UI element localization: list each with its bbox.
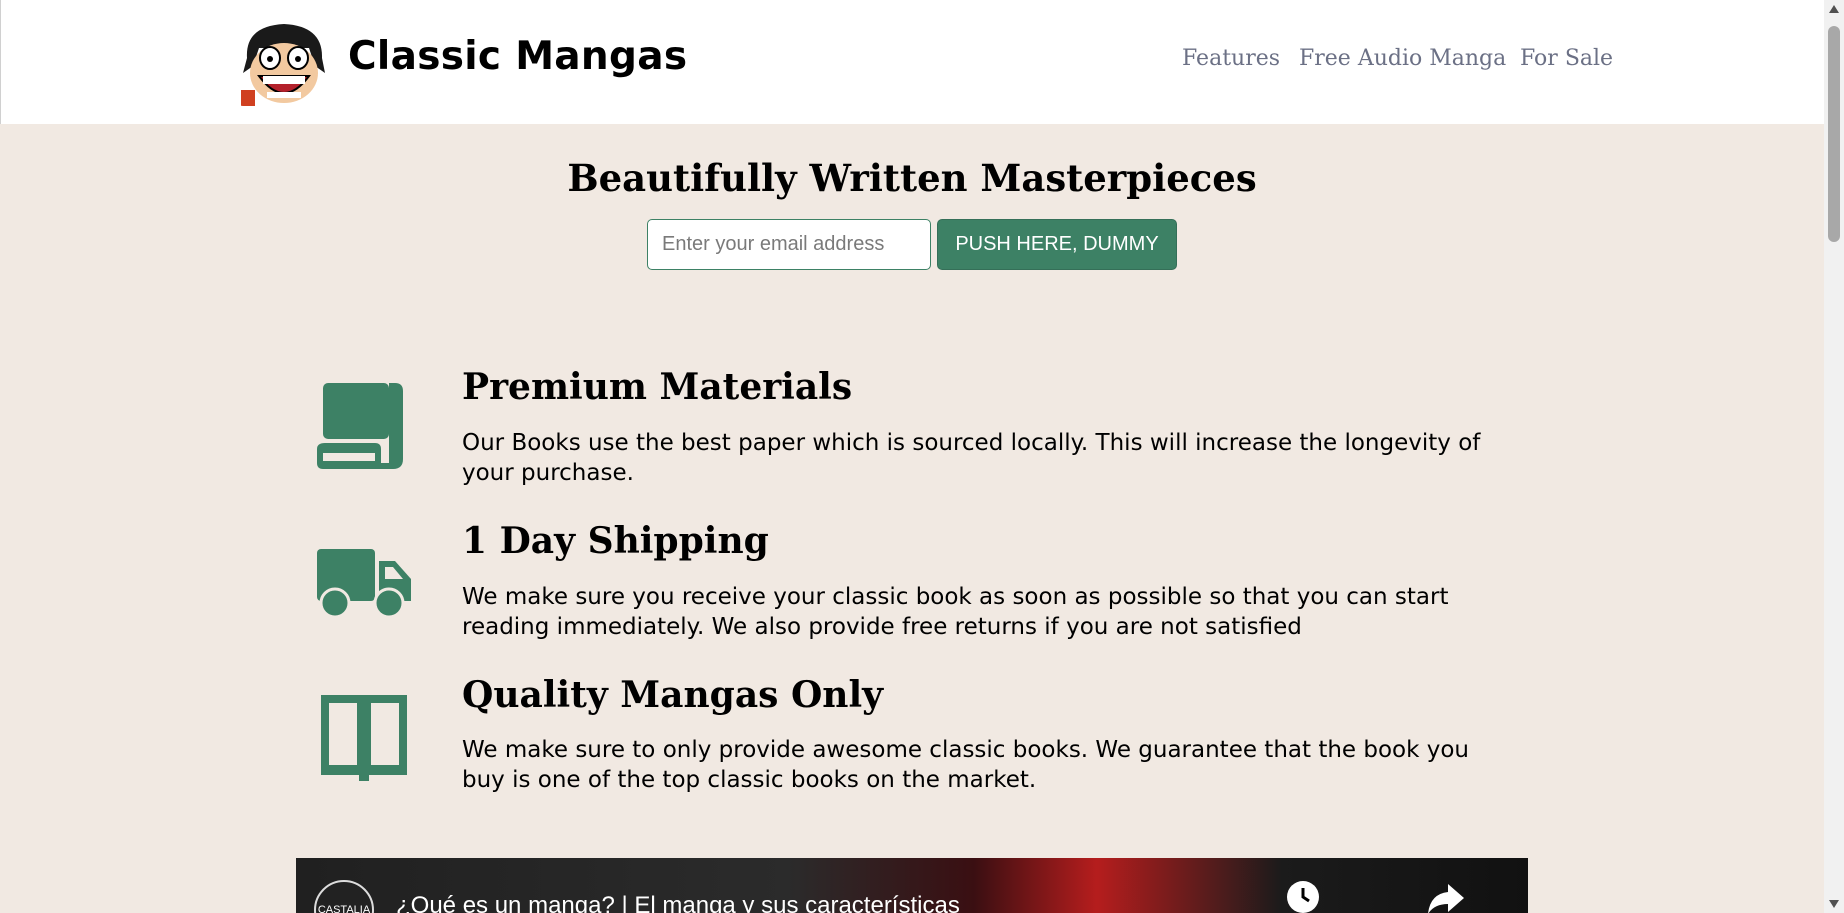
feature-title: 1 Day Shipping — [462, 520, 769, 562]
channel-avatar[interactable]: CASTALIA — [314, 880, 374, 913]
truck-icon — [317, 549, 411, 623]
scroll-up-icon[interactable] — [1828, 4, 1840, 14]
feature-title: Quality Mangas Only — [462, 674, 884, 716]
hero-title: Beautifully Written Masterpieces — [567, 156, 1257, 200]
signup-button[interactable]: PUSH HERE, DUMMY — [937, 219, 1177, 270]
book-icon — [317, 383, 403, 473]
nav-link-for-sale[interactable]: For Sale — [1520, 46, 1613, 71]
open-book-icon — [321, 695, 407, 785]
feature-description: Our Books use the best paper which is so… — [462, 430, 1481, 486]
nav-link-free-audio-manga[interactable]: Free Audio Manga — [1299, 46, 1506, 71]
share-icon[interactable] — [1426, 880, 1466, 913]
video-embed[interactable]: CASTALIA ¿Qué es un manga? | El manga y … — [296, 858, 1528, 913]
scrollbar-thumb[interactable] — [1828, 26, 1840, 242]
clock-icon[interactable] — [1286, 880, 1320, 913]
page-scrollbar[interactable] — [1824, 0, 1844, 913]
feature-description: We make sure to only provide awesome cla… — [462, 737, 1470, 793]
logo-image[interactable] — [237, 18, 332, 106]
feature-title: Premium Materials — [462, 366, 853, 408]
video-title[interactable]: ¿Qué es un manga? | El manga y sus carac… — [396, 892, 960, 913]
scroll-down-icon[interactable] — [1828, 899, 1840, 909]
email-input[interactable] — [647, 219, 931, 270]
brand-name: Classic Mangas — [348, 34, 688, 79]
nav-link-features[interactable]: Features — [1182, 46, 1280, 71]
feature-description: We make sure you receive your classic bo… — [462, 584, 1449, 640]
site-header: Classic Mangas Features Free Audio Manga… — [0, 0, 1824, 124]
